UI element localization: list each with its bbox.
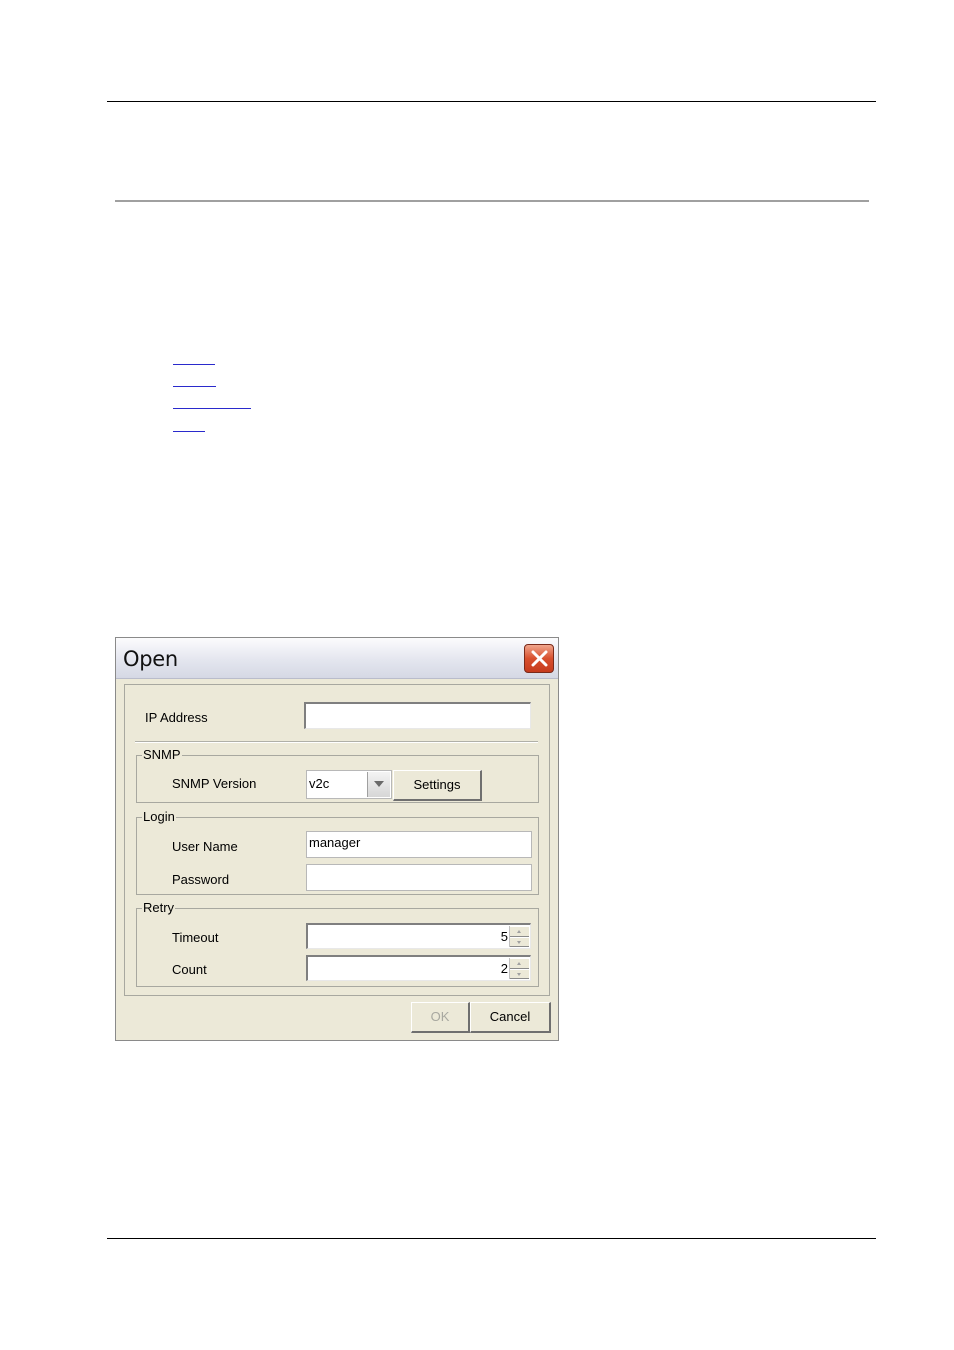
dialog-body: IP Address SNMP SNMP Version v2c Setting… [124, 684, 550, 996]
snmp-version-select[interactable]: v2c [306, 770, 392, 799]
link-2[interactable] [173, 386, 216, 387]
header-rule [107, 101, 876, 102]
section-rule [115, 200, 869, 202]
title-bar[interactable]: Open [116, 638, 558, 679]
count-spinner[interactable]: 2 [306, 955, 531, 981]
password-label: Password [172, 872, 230, 887]
dialog-title: Open [123, 647, 178, 671]
chevron-down-icon[interactable] [367, 772, 390, 797]
password-input[interactable] [306, 864, 532, 891]
count-label: Count [172, 962, 207, 977]
link-4[interactable] [173, 431, 205, 432]
snmp-group: SNMP SNMP Version v2c Settings [136, 747, 539, 803]
footer-rule [107, 1238, 876, 1239]
retry-group: Retry Timeout 5 Count 2 [136, 900, 539, 987]
retry-group-label: Retry [142, 900, 176, 915]
spinner-arrows-icon[interactable] [509, 926, 529, 947]
login-group: Login User Name manager Password [136, 809, 539, 895]
timeout-label: Timeout [172, 930, 219, 945]
ip-address-label: IP Address [145, 710, 208, 725]
ok-button[interactable]: OK [411, 1002, 470, 1033]
snmp-group-label: SNMP [142, 747, 182, 762]
close-icon [531, 650, 548, 667]
close-button[interactable] [524, 644, 554, 673]
snmp-version-label: SNMP Version [172, 776, 257, 791]
count-value: 2 [500, 961, 508, 976]
spinner-arrows-icon[interactable] [509, 958, 529, 979]
ip-address-input[interactable] [304, 702, 531, 729]
settings-button[interactable]: Settings [393, 770, 482, 801]
login-group-label: Login [142, 809, 176, 824]
link-3[interactable] [173, 408, 251, 409]
user-name-label: User Name [172, 839, 238, 854]
timeout-spinner[interactable]: 5 [306, 923, 531, 949]
open-dialog: Open IP Address SNMP SNMP Version v2c Se… [115, 637, 559, 1041]
timeout-value: 5 [500, 929, 508, 944]
snmp-version-value: v2c [309, 776, 330, 791]
user-name-input[interactable]: manager [306, 831, 532, 858]
cancel-button[interactable]: Cancel [470, 1002, 551, 1033]
link-1[interactable] [173, 364, 215, 365]
separator [135, 741, 538, 743]
